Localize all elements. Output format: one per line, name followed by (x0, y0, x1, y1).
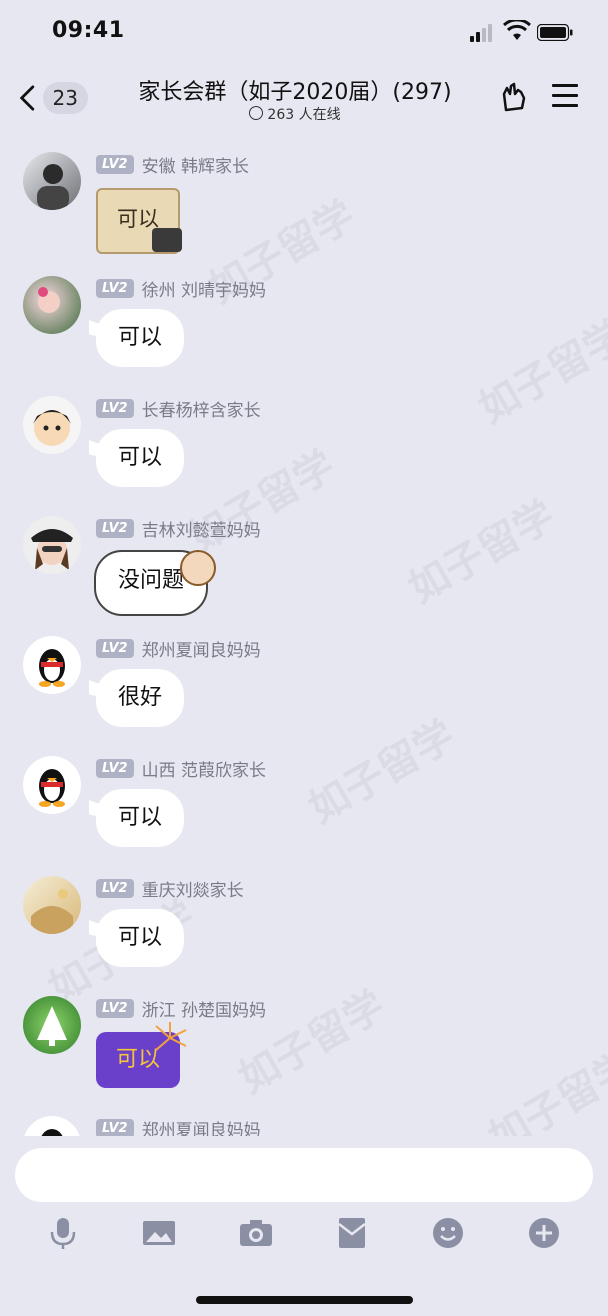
sender-name[interactable]: 重庆刘燚家长 (142, 876, 244, 901)
text-message[interactable]: 可以 (96, 429, 185, 487)
text-message[interactable]: 可以 (96, 789, 185, 847)
message-item: LV2 徐州 刘晴宇妈妈 可以 (0, 264, 608, 384)
sender-row: LV2 长春杨梓含家长 (96, 396, 261, 421)
wifi-icon (503, 20, 531, 40)
sender-row: LV2 徐州 刘晴宇妈妈 (96, 276, 266, 301)
sender-name[interactable]: 徐州 刘晴宇妈妈 (142, 276, 266, 301)
level-badge: LV2 (96, 155, 134, 174)
avatar[interactable] (23, 876, 81, 934)
input-toolbar (0, 1212, 608, 1256)
sender-row: LV2 安徽 韩辉家长 (96, 152, 249, 177)
back-button[interactable]: 23 (18, 80, 88, 116)
status-bar: 09:41 (0, 0, 608, 66)
penguin-icon (41, 1129, 63, 1136)
group-title[interactable]: 家长会群（如子2020届）(297) (100, 74, 490, 106)
sender-name[interactable]: 浙江 孙楚国妈妈 (142, 996, 266, 1021)
bear-face-icon (180, 550, 216, 586)
text-message[interactable]: 很好 (96, 669, 185, 727)
camera-icon[interactable] (239, 1216, 273, 1250)
status-time: 09:41 (52, 18, 125, 43)
image-icon[interactable] (142, 1216, 176, 1250)
text-message[interactable]: 可以 (96, 909, 185, 967)
sender-row: LV2 重庆刘燚家长 (96, 876, 244, 901)
avatar[interactable] (23, 152, 81, 210)
sender-row: LV2 郑州夏闻良妈妈 (96, 636, 261, 661)
plus-icon[interactable] (527, 1216, 561, 1250)
online-count-text: 263 人在线 (267, 107, 341, 123)
red-packet-icon[interactable] (335, 1216, 369, 1250)
message-item: LV2 山西 范葭欣家长 可以 (0, 744, 608, 864)
sender-name[interactable]: 郑州夏闻良妈妈 (142, 1116, 261, 1136)
level-badge: LV2 (96, 639, 134, 658)
avatar[interactable] (23, 516, 81, 574)
avatar[interactable] (23, 756, 81, 814)
sender-row: LV2 郑州夏闻良妈妈 (96, 1116, 261, 1136)
level-badge: LV2 (96, 879, 134, 898)
menu-icon[interactable] (552, 84, 578, 110)
unread-count-badge: 23 (42, 82, 88, 114)
fireworks-icon (155, 1022, 187, 1051)
chat-header: 23 家长会群（如子2020届）(297) 263 人在线 (0, 66, 608, 132)
message-item: LV2 长春杨梓含家长 可以 (0, 384, 608, 504)
avatar[interactable] (23, 996, 81, 1054)
projector-icon (152, 228, 182, 252)
message-list[interactable]: 如子留学 如子留学 如子留学 如子留学 如子留学 如子留学 如子留学 如子留学 … (0, 140, 608, 1136)
online-count: 263 人在线 (100, 104, 490, 124)
level-badge: LV2 (96, 519, 134, 538)
battery-icon (537, 24, 573, 41)
message-item: LV2 重庆刘燚家长 可以 (0, 864, 608, 984)
message-item: LV2 郑州夏闻良妈妈 很好 (0, 624, 608, 744)
message-item: LV2 吉林刘懿萱妈妈 没问题 (0, 504, 608, 624)
home-indicator (196, 1296, 413, 1304)
sender-name[interactable]: 郑州夏闻良妈妈 (142, 636, 261, 661)
message-item: LV2 浙江 孙楚国妈妈 可以 (0, 984, 608, 1104)
level-badge: LV2 (96, 1119, 134, 1136)
avatar[interactable] (23, 636, 81, 694)
online-indicator-icon (249, 106, 264, 120)
level-badge: LV2 (96, 399, 134, 418)
cellular-signal-icon (470, 24, 496, 42)
christmas-tree-icon (37, 1006, 67, 1046)
sender-row: LV2 吉林刘懿萱妈妈 (96, 516, 261, 541)
gesture-hand-icon[interactable] (498, 80, 530, 114)
level-badge: LV2 (96, 999, 134, 1018)
message-item: LV2 安徽 韩辉家长 可以 (0, 140, 608, 260)
sender-name[interactable]: 安徽 韩辉家长 (142, 152, 249, 177)
avatar[interactable] (23, 396, 81, 454)
sender-name[interactable]: 长春杨梓含家长 (142, 396, 261, 421)
avatar[interactable] (23, 1116, 81, 1136)
sender-name[interactable]: 山西 范葭欣家长 (142, 756, 266, 781)
penguin-icon (39, 649, 65, 687)
sender-row: LV2 山西 范葭欣家长 (96, 756, 266, 781)
text-message[interactable]: 可以 (96, 309, 185, 367)
chevron-left-icon (19, 85, 35, 111)
level-badge: LV2 (96, 279, 134, 298)
sender-row: LV2 浙江 孙楚国妈妈 (96, 996, 266, 1021)
microphone-icon[interactable] (46, 1216, 80, 1250)
message-input[interactable] (15, 1148, 593, 1202)
emoji-icon[interactable] (431, 1216, 465, 1250)
sender-name[interactable]: 吉林刘懿萱妈妈 (142, 516, 261, 541)
level-badge: LV2 (96, 759, 134, 778)
message-item: LV2 郑州夏闻良妈妈 (0, 1104, 608, 1136)
penguin-icon (39, 769, 65, 807)
avatar[interactable] (23, 276, 81, 334)
